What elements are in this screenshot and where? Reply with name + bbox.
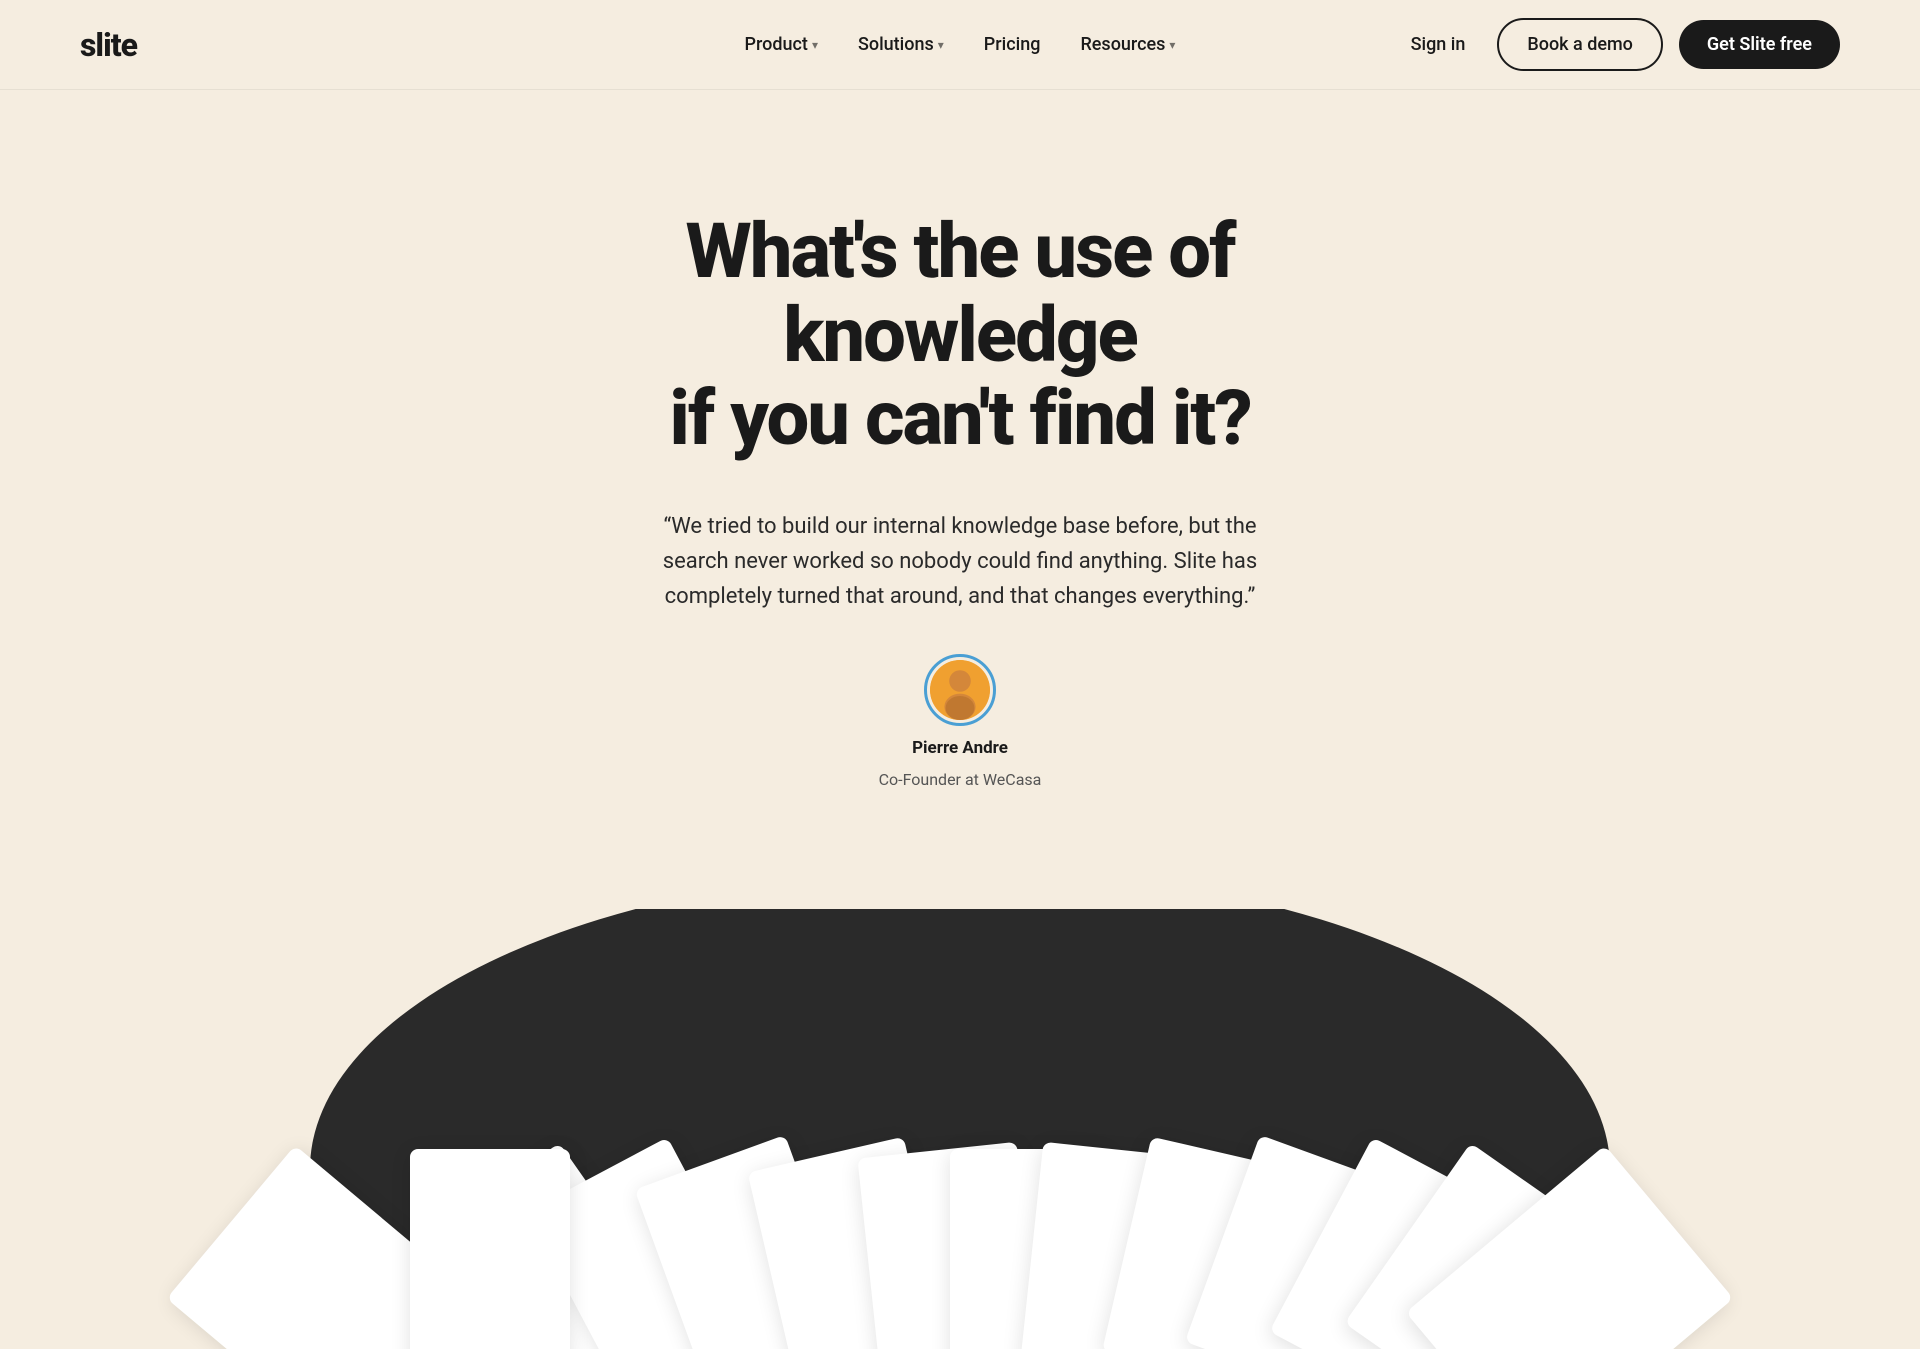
author-name: Pierre Andre xyxy=(912,738,1008,758)
nav-link-pricing[interactable]: Pricing xyxy=(968,26,1057,63)
signin-link[interactable]: Sign in xyxy=(1395,26,1482,63)
avatar xyxy=(924,654,996,726)
card-12 xyxy=(410,1149,570,1349)
nav-label-solutions: Solutions xyxy=(858,34,934,55)
nav-actions: Sign in Book a demo Get Slite free xyxy=(1395,18,1840,71)
chevron-down-icon: ▾ xyxy=(1169,38,1175,52)
nav-item-pricing: Pricing xyxy=(968,26,1057,63)
nav-item-product: Product ▾ xyxy=(729,26,834,63)
nav-link-product[interactable]: Product ▾ xyxy=(729,26,834,63)
nav-link-resources[interactable]: Resources ▾ xyxy=(1064,26,1191,63)
hero-quote: “We tried to build our internal knowledg… xyxy=(640,509,1280,615)
bottom-visual xyxy=(0,909,1920,1349)
nav-label-pricing: Pricing xyxy=(984,34,1041,55)
testimonial-author: Pierre Andre Co-Founder at WeCasa xyxy=(879,654,1042,789)
hero-headline: What's the use of knowledge if you can't… xyxy=(560,210,1360,461)
nav-label-product: Product xyxy=(745,34,808,55)
chevron-down-icon: ▾ xyxy=(812,38,818,52)
nav-item-resources: Resources ▾ xyxy=(1064,26,1191,63)
chevron-down-icon: ▾ xyxy=(938,38,944,52)
nav-label-resources: Resources xyxy=(1080,34,1165,55)
author-role: Co-Founder at WeCasa xyxy=(879,770,1042,789)
hero-section: What's the use of knowledge if you can't… xyxy=(0,90,1920,849)
nav-link-solutions[interactable]: Solutions ▾ xyxy=(842,26,960,63)
get-slite-free-button[interactable]: Get Slite free xyxy=(1679,20,1840,69)
navbar: slite Product ▾ Solutions ▾ Pricing Reso… xyxy=(0,0,1920,90)
book-demo-button[interactable]: Book a demo xyxy=(1497,18,1663,71)
nav-links: Product ▾ Solutions ▾ Pricing Resources … xyxy=(729,26,1192,63)
hero-headline-line2: if you can't find it? xyxy=(669,373,1250,463)
logo[interactable]: slite xyxy=(80,26,137,64)
cards-fan xyxy=(410,909,1510,1349)
hero-headline-line1: What's the use of knowledge xyxy=(686,206,1235,380)
avatar-image xyxy=(930,660,990,720)
avatar-svg xyxy=(930,660,990,720)
nav-item-solutions: Solutions ▾ xyxy=(842,26,960,63)
